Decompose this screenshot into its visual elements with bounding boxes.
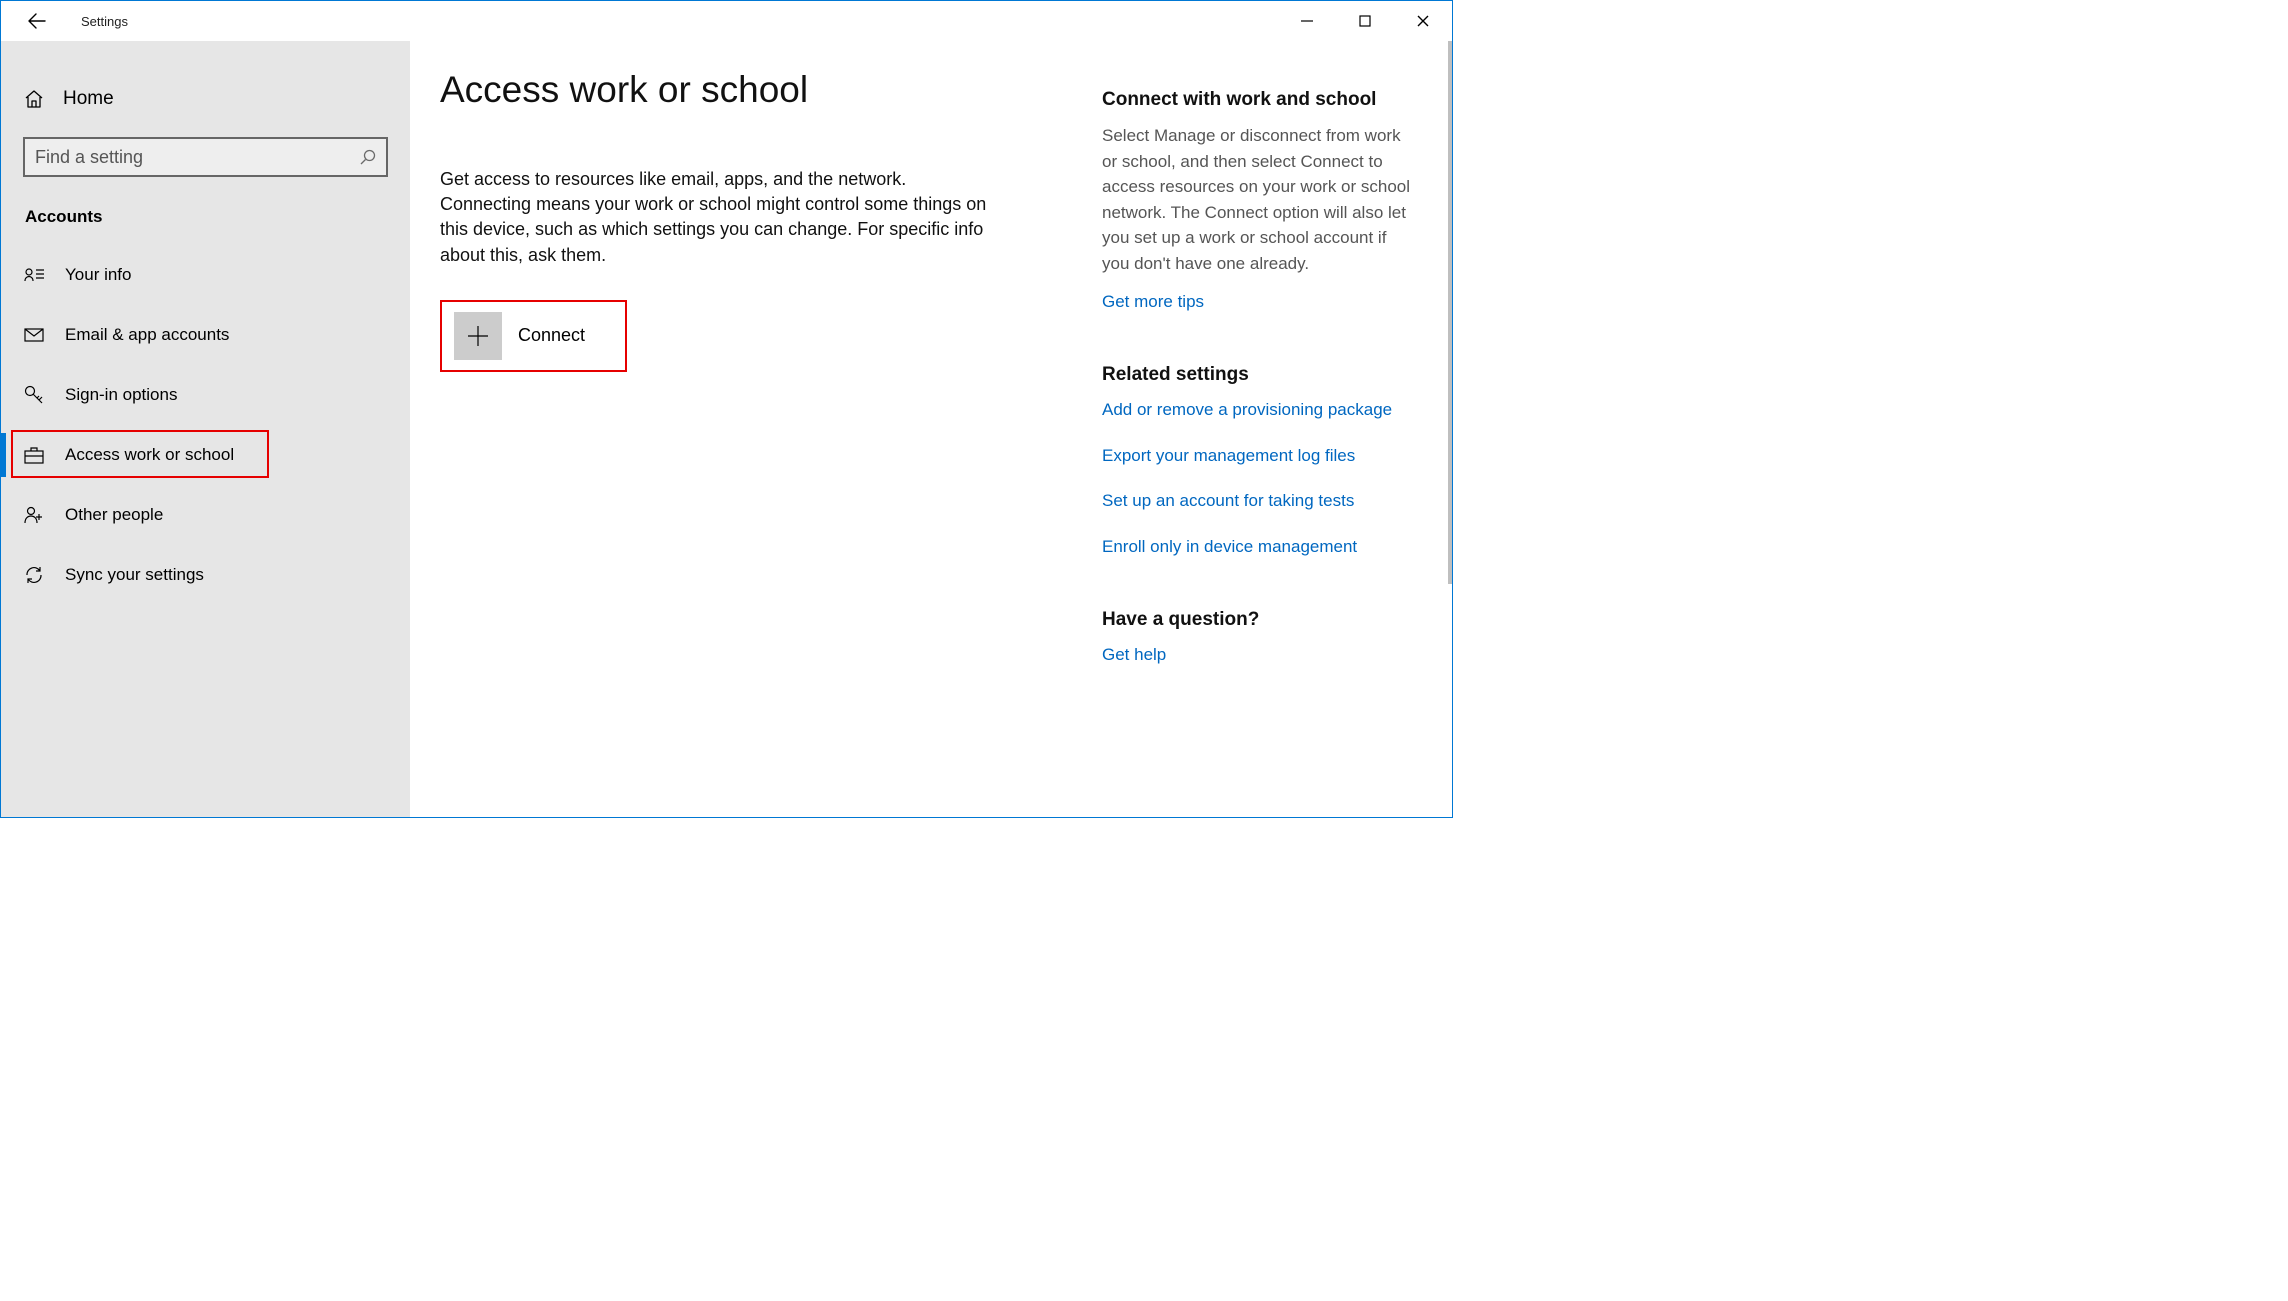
key-icon xyxy=(23,385,45,405)
search-input[interactable] xyxy=(35,147,360,168)
settings-window: Settings Home xyxy=(0,0,1453,818)
sidebar-item-access-work-school[interactable]: Access work or school xyxy=(1,425,410,485)
main-content: Access work or school Get access to reso… xyxy=(410,41,1452,817)
sidebar-item-label: Sync your settings xyxy=(65,565,204,585)
aside-question-section: Have a question? Get help xyxy=(1102,609,1412,667)
sidebar-item-label: Access work or school xyxy=(65,445,234,465)
search-box[interactable] xyxy=(23,137,388,177)
link-get-help[interactable]: Get help xyxy=(1102,643,1412,667)
sidebar: Home Accounts Your info xyxy=(1,41,410,817)
close-button[interactable] xyxy=(1394,1,1452,41)
close-icon xyxy=(1417,15,1429,27)
back-arrow-icon xyxy=(28,12,46,30)
sidebar-item-sync[interactable]: Sync your settings xyxy=(1,545,410,605)
search-wrap xyxy=(1,127,410,195)
back-button[interactable] xyxy=(17,1,57,41)
scrollbar[interactable] xyxy=(1447,41,1452,817)
link-export-logs[interactable]: Export your management log files xyxy=(1102,444,1412,468)
sidebar-item-label: Other people xyxy=(65,505,163,525)
sync-icon xyxy=(23,565,45,585)
page-title: Access work or school xyxy=(440,69,1080,111)
sidebar-item-your-info[interactable]: Your info xyxy=(1,245,410,305)
window-title: Settings xyxy=(81,14,128,29)
content-area: Home Accounts Your info xyxy=(1,41,1452,817)
sidebar-item-label: Sign-in options xyxy=(65,385,177,405)
page-description: Get access to resources like email, apps… xyxy=(440,167,1000,268)
maximize-icon xyxy=(1359,15,1371,27)
mail-icon xyxy=(23,328,45,342)
aside-connect-title: Connect with work and school xyxy=(1102,89,1412,111)
person-card-icon xyxy=(23,267,45,283)
sidebar-item-other-people[interactable]: Other people xyxy=(1,485,410,545)
titlebar: Settings xyxy=(1,1,1452,41)
plus-icon xyxy=(467,325,489,347)
search-icon xyxy=(360,149,376,165)
aside-connect-section: Connect with work and school Select Mana… xyxy=(1102,89,1412,314)
nav-home-label: Home xyxy=(63,88,114,110)
aside-related-section: Related settings Add or remove a provisi… xyxy=(1102,364,1412,559)
briefcase-icon xyxy=(23,446,45,464)
people-add-icon xyxy=(23,506,45,524)
minimize-icon xyxy=(1301,15,1313,27)
link-provisioning-package[interactable]: Add or remove a provisioning package xyxy=(1102,398,1412,422)
link-enroll-device-mgmt[interactable]: Enroll only in device management xyxy=(1102,535,1412,559)
nav-home[interactable]: Home xyxy=(1,71,410,127)
plus-icon-box xyxy=(454,312,502,360)
aside-question-title: Have a question? xyxy=(1102,609,1412,631)
aside-panel: Connect with work and school Select Mana… xyxy=(1102,69,1422,817)
window-controls xyxy=(1278,1,1452,41)
link-get-more-tips[interactable]: Get more tips xyxy=(1102,290,1412,314)
link-taking-tests[interactable]: Set up an account for taking tests xyxy=(1102,489,1412,513)
minimize-button[interactable] xyxy=(1278,1,1336,41)
sidebar-section-title: Accounts xyxy=(1,195,410,245)
maximize-button[interactable] xyxy=(1336,1,1394,41)
connect-button[interactable]: Connect xyxy=(440,300,627,372)
home-icon xyxy=(23,89,45,109)
sidebar-item-email[interactable]: Email & app accounts xyxy=(1,305,410,365)
aside-connect-text: Select Manage or disconnect from work or… xyxy=(1102,123,1412,276)
sidebar-item-label: Email & app accounts xyxy=(65,325,229,345)
main-column: Access work or school Get access to reso… xyxy=(440,69,1080,817)
sidebar-item-label: Your info xyxy=(65,265,131,285)
connect-label: Connect xyxy=(518,325,585,346)
aside-related-title: Related settings xyxy=(1102,364,1412,386)
sidebar-item-signin[interactable]: Sign-in options xyxy=(1,365,410,425)
scrollbar-thumb[interactable] xyxy=(1448,41,1452,584)
